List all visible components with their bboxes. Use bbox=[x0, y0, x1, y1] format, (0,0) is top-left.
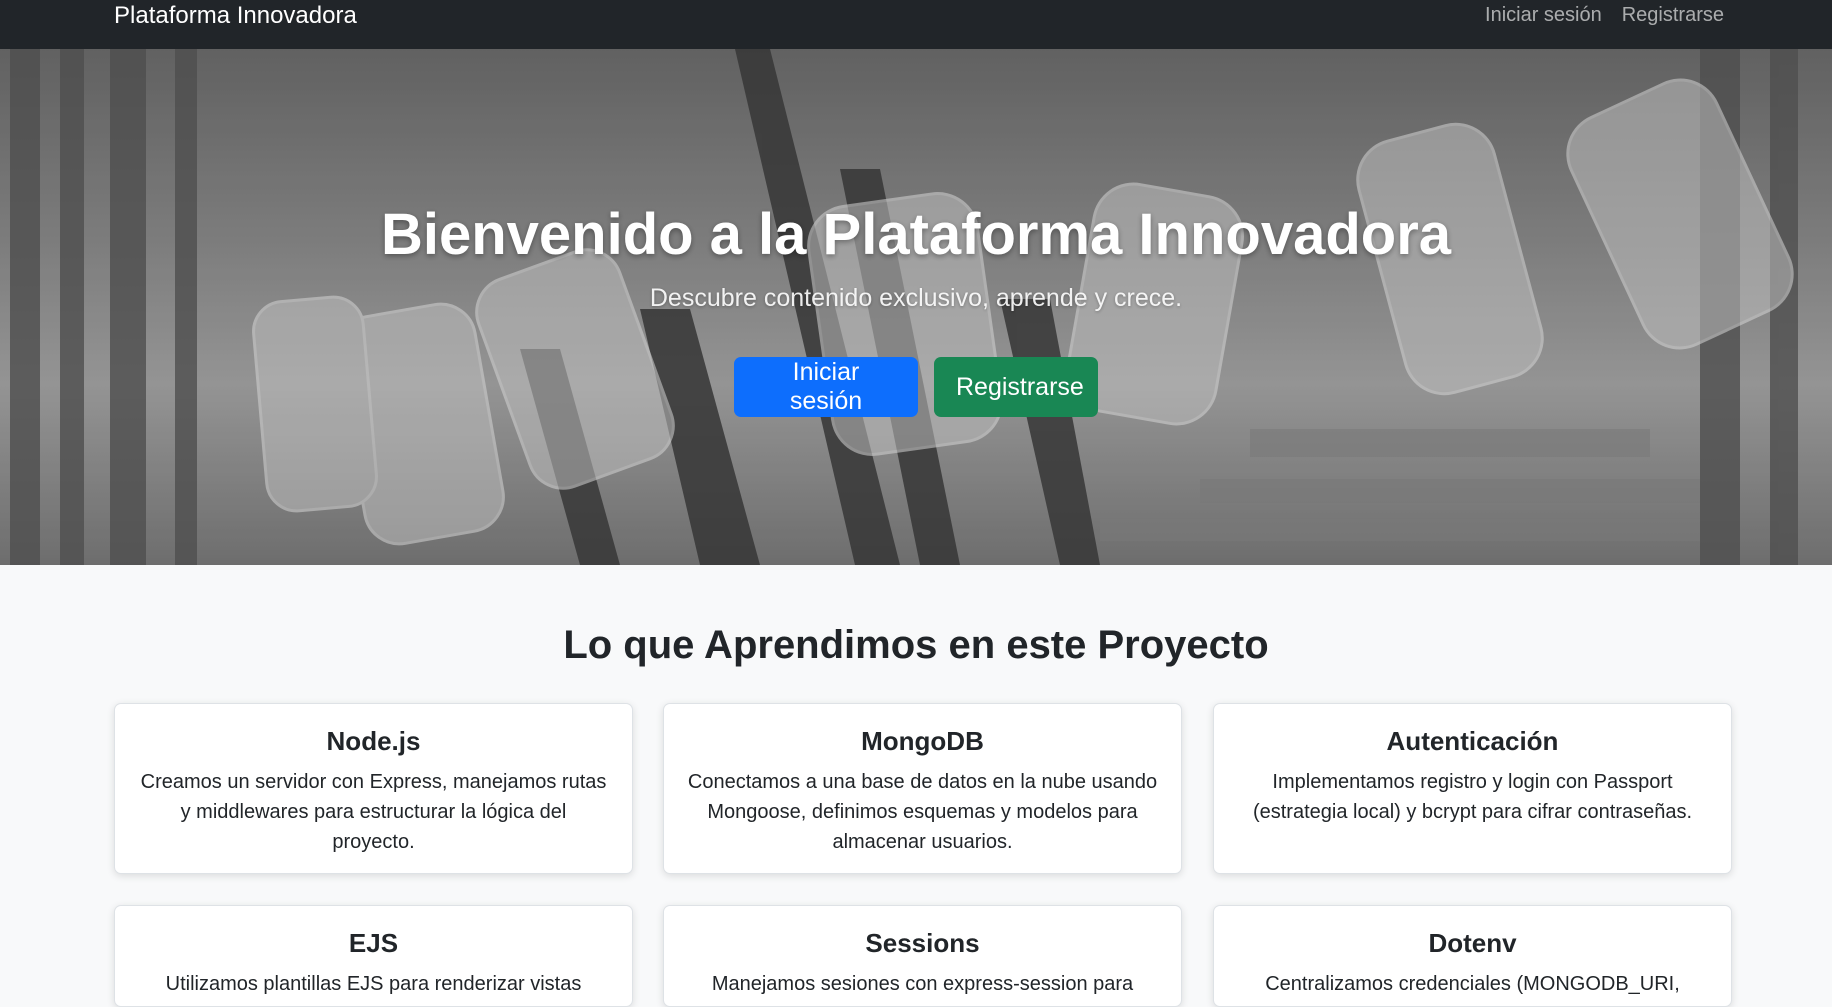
feature-card-nodejs: Node.js Creamos un servidor con Express,… bbox=[114, 703, 633, 874]
hero-buttons: Iniciar sesión Registrarse bbox=[0, 357, 1832, 417]
section-title: Lo que Aprendimos en este Proyecto bbox=[563, 623, 1269, 667]
card-text: Manejamos sesiones con express-session p… bbox=[711, 973, 1134, 995]
card-text: Creamos un servidor con Express, manejam… bbox=[140, 771, 607, 853]
nav-login-link[interactable]: Iniciar sesión bbox=[1485, 0, 1602, 31]
nav-register-link[interactable]: Registrarse bbox=[1622, 0, 1724, 31]
feature-card-mongodb: MongoDB Conectamos a una base de datos e… bbox=[663, 703, 1182, 874]
hero-register-button[interactable]: Registrarse bbox=[934, 357, 1098, 417]
card-text: Utilizamos plantillas EJS para renderiza… bbox=[165, 973, 582, 995]
brand-link[interactable]: Plataforma Innovadora bbox=[114, 0, 357, 31]
hero-section: Bienvenido a la Plataforma Innovadora De… bbox=[0, 49, 1832, 565]
card-title: Node.js bbox=[326, 726, 421, 756]
card-text: Implementamos registro y login con Passp… bbox=[1252, 771, 1693, 823]
feature-card-autenticacion: Autenticación Implementamos registro y l… bbox=[1213, 703, 1732, 874]
nav-links: Iniciar sesión Registrarse bbox=[1485, 0, 1724, 31]
feature-card-sessions: Sessions Manejamos sesiones con express-… bbox=[663, 905, 1182, 1007]
hero-title: Bienvenido a la Plataforma Innovadora bbox=[380, 202, 1452, 267]
feature-card-ejs: EJS Utilizamos plantillas EJS para rende… bbox=[114, 905, 633, 1007]
hero-subtitle: Descubre contenido exclusivo, aprende y … bbox=[649, 284, 1183, 312]
card-title: Sessions bbox=[865, 928, 980, 958]
hero-login-button[interactable]: Iniciar sesión bbox=[734, 357, 918, 417]
card-text: Centralizamos credenciales (MONGODB_URI, bbox=[1265, 973, 1680, 995]
card-title: Dotenv bbox=[1428, 928, 1517, 958]
card-title: EJS bbox=[348, 928, 399, 958]
feature-card-dotenv: Dotenv Centralizamos credenciales (MONGO… bbox=[1213, 905, 1732, 1007]
card-title: Autenticación bbox=[1386, 726, 1559, 756]
card-text: Conectamos a una base de datos en la nub… bbox=[687, 771, 1158, 853]
navbar: Plataforma Innovadora Iniciar sesión Reg… bbox=[0, 0, 1832, 49]
card-title: MongoDB bbox=[861, 726, 984, 756]
